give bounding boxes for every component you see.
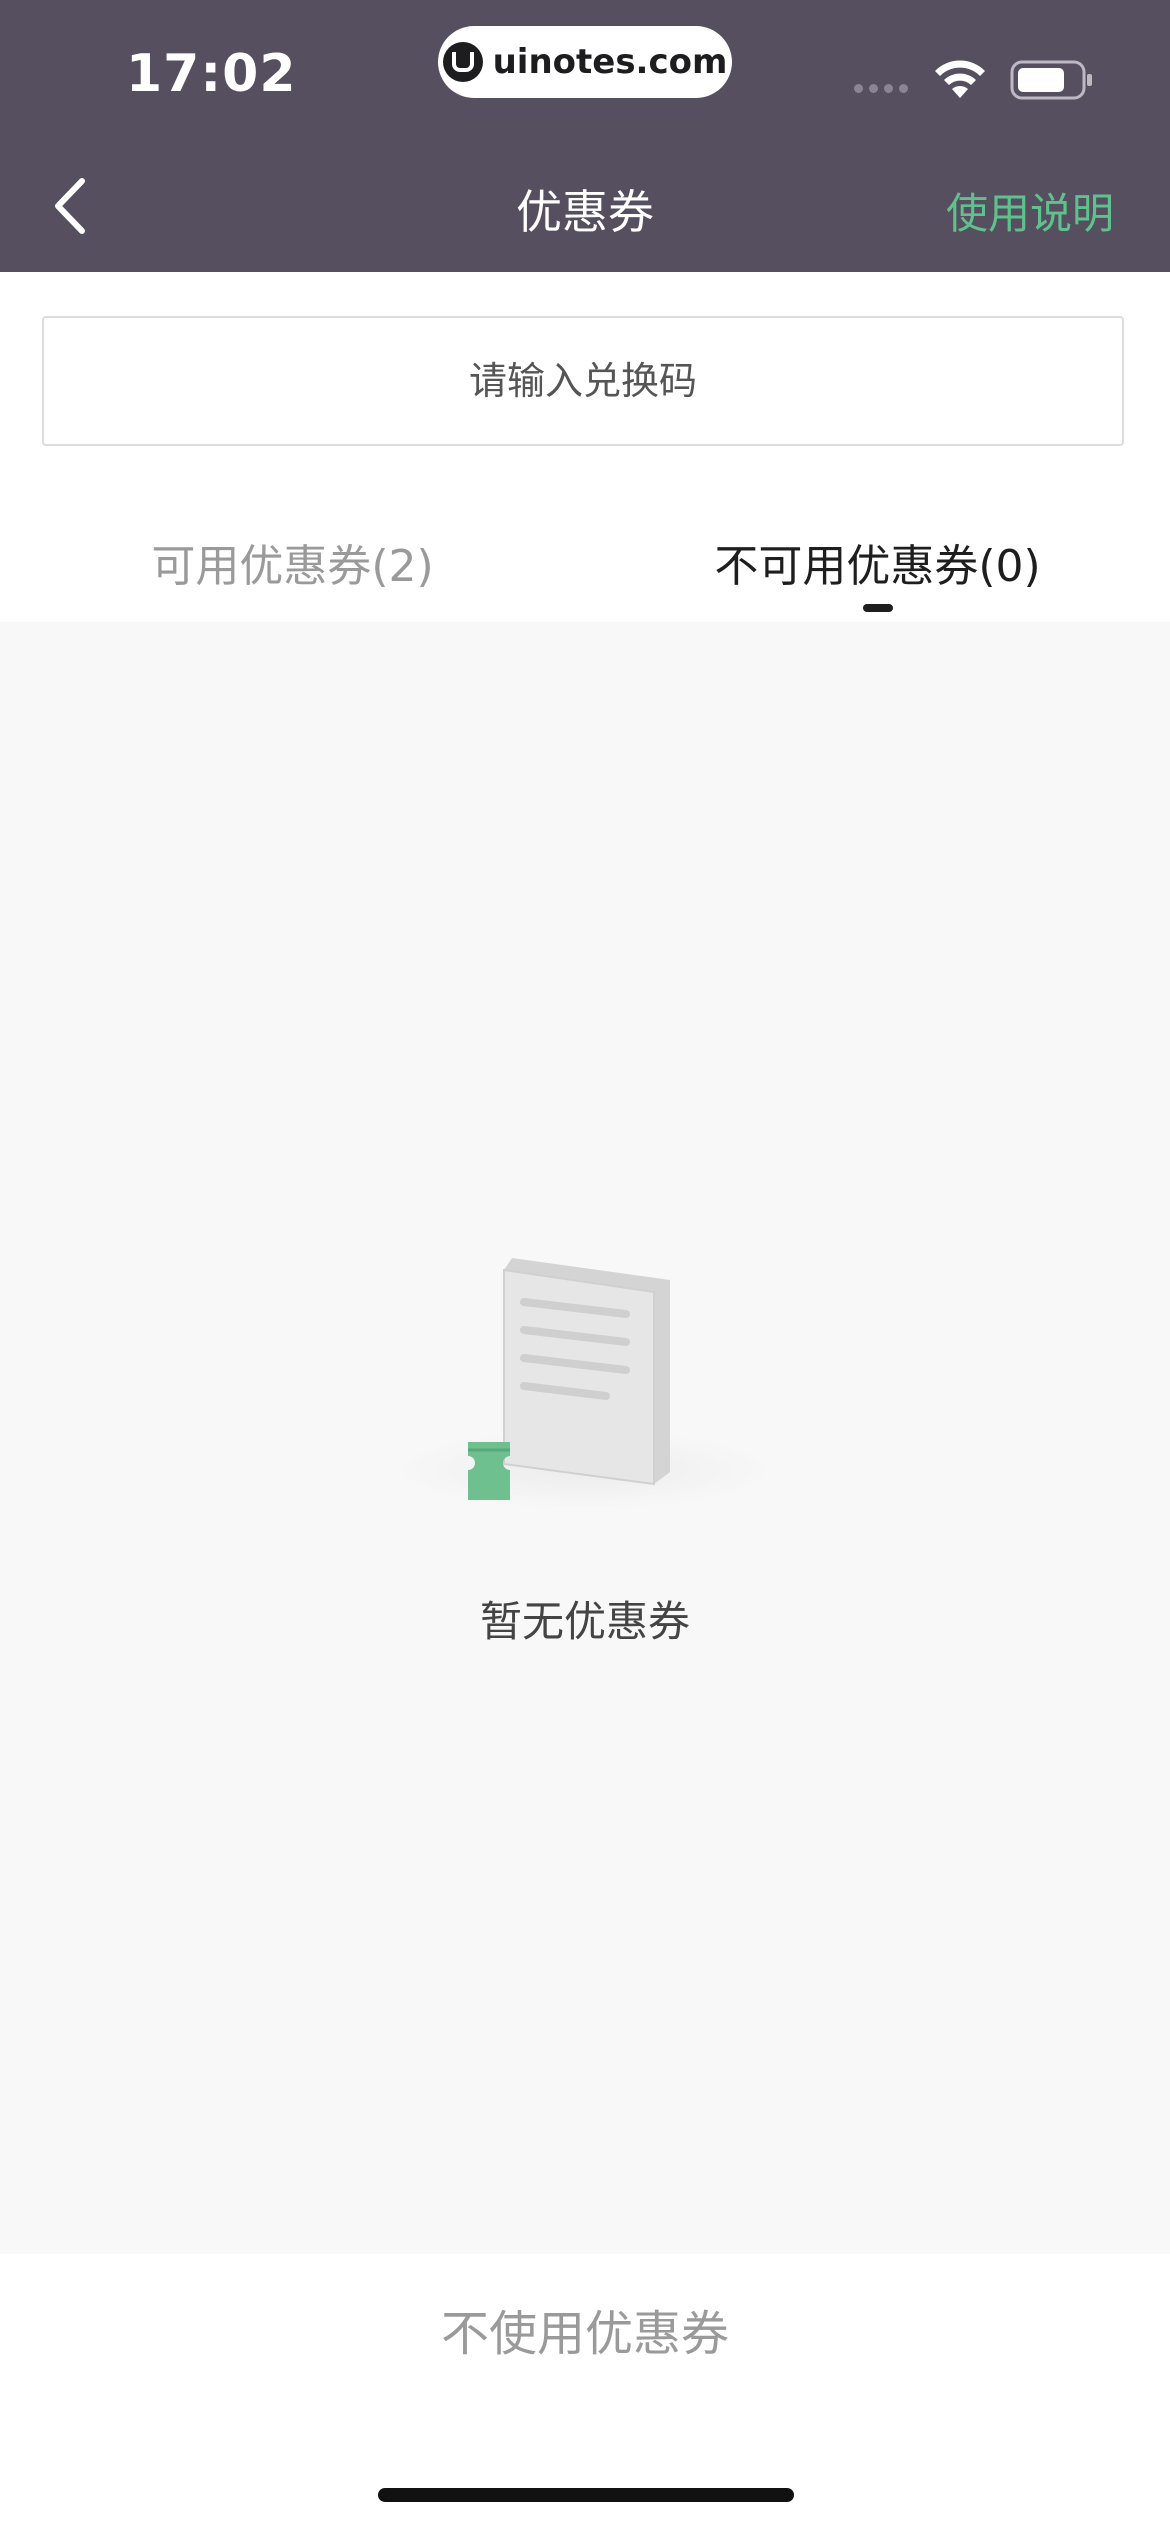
site-logo-icon <box>442 42 483 82</box>
tab-unavailable-coupons[interactable]: 不可用优惠券(0) <box>585 530 1170 594</box>
coupon-list-area: 暂无优惠券 <box>0 622 1170 2254</box>
active-tab-indicator <box>863 604 893 612</box>
ticket-icon <box>468 1442 510 1500</box>
no-coupon-button[interactable]: 不使用优惠券 <box>0 2294 1170 2364</box>
status-time: 17:02 <box>126 44 297 104</box>
coupon-tabs: 可用优惠券(2) 不可用优惠券(0) <box>0 500 1170 620</box>
usage-instructions-link[interactable]: 使用说明 <box>946 180 1114 241</box>
document-icon <box>503 1258 670 1486</box>
signal-icon <box>854 84 908 93</box>
nav-header: 17:02 uinotes.com 优惠券 使用说明 <box>0 0 1170 272</box>
url-pill[interactable]: uinotes.com <box>438 26 732 98</box>
home-indicator <box>378 2488 794 2502</box>
bottom-bar: 不使用优惠券 <box>0 2254 1170 2532</box>
redeem-code-input[interactable] <box>42 316 1124 446</box>
url-text: uinotes.com <box>492 42 728 82</box>
empty-state-message: 暂无优惠券 <box>479 1597 690 1646</box>
tab-available-coupons[interactable]: 可用优惠券(2) <box>0 530 585 594</box>
empty-state-illustration <box>394 1258 774 1510</box>
wifi-icon <box>935 60 985 98</box>
battery-icon <box>1010 60 1092 100</box>
